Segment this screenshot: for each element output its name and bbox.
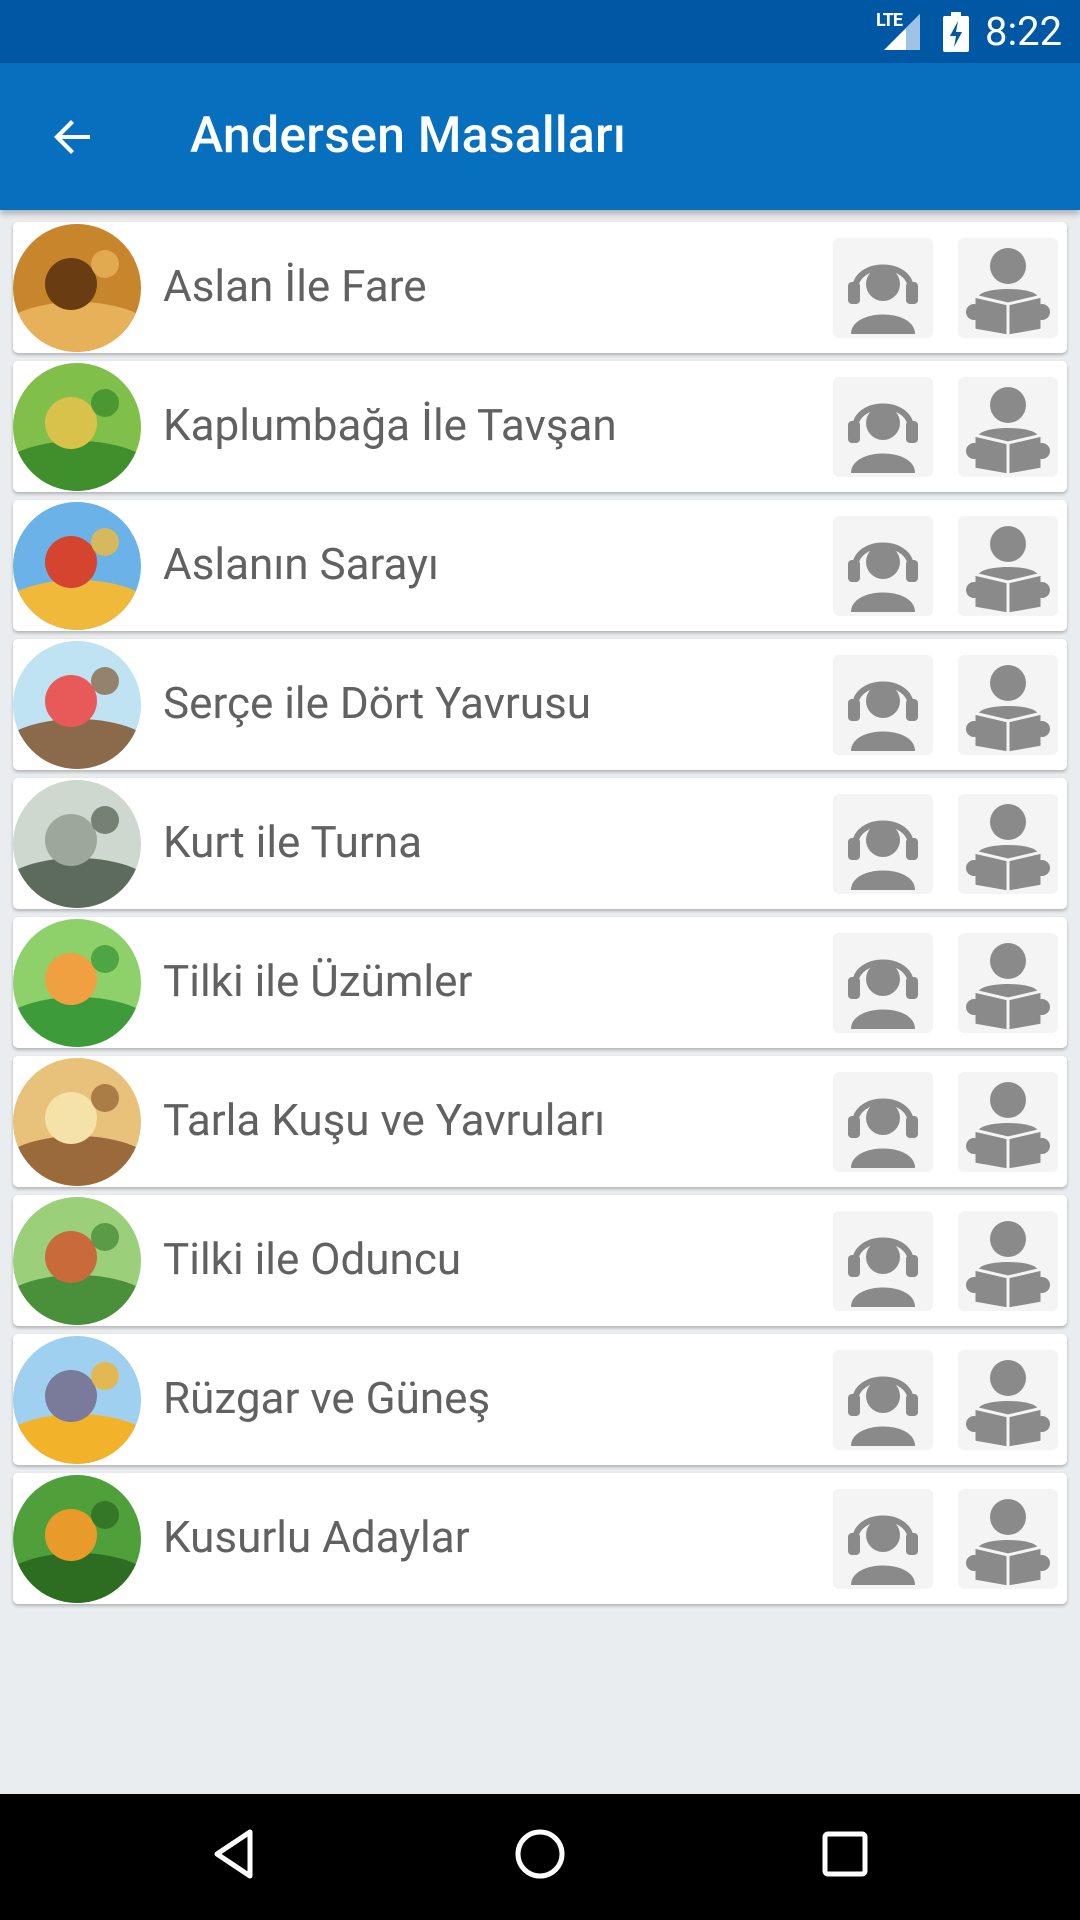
reading-person-icon	[958, 1499, 1058, 1593]
listen-button[interactable]	[833, 1489, 933, 1589]
story-title: Kaplumbağa İle Tavşan	[163, 399, 617, 451]
list-item[interactable]: Aslan İle Fare	[13, 222, 1067, 353]
read-button[interactable]	[958, 933, 1058, 1033]
story-title: Rüzgar ve Güneş	[163, 1372, 491, 1424]
read-button[interactable]	[958, 655, 1058, 755]
page-title: Andersen Masalları	[190, 107, 627, 165]
story-title: Tarla Kuşu ve Yavruları	[163, 1094, 606, 1146]
list-item[interactable]: Kurt ile Turna	[13, 778, 1067, 909]
read-button[interactable]	[958, 377, 1058, 477]
listen-button[interactable]	[833, 1211, 933, 1311]
read-button[interactable]	[958, 794, 1058, 894]
listen-button[interactable]	[833, 1072, 933, 1172]
reading-person-icon	[958, 665, 1058, 759]
list-item[interactable]: Aslanın Sarayı	[13, 500, 1067, 631]
app-bar: Andersen Masalları	[0, 63, 1080, 210]
story-title: Serçe ile Dört Yavrusu	[163, 677, 592, 729]
story-thumbnail	[13, 1197, 141, 1325]
story-title: Kusurlu Adaylar	[163, 1511, 470, 1563]
reading-person-icon	[958, 1082, 1058, 1176]
headphones-person-icon	[833, 1515, 933, 1593]
story-thumbnail	[13, 1058, 141, 1186]
story-thumbnail	[13, 502, 141, 630]
headphones-person-icon	[833, 820, 933, 898]
headphones-person-icon	[833, 1237, 933, 1315]
battery-charging-icon	[943, 12, 969, 52]
story-thumbnail	[13, 641, 141, 769]
reading-person-icon	[958, 804, 1058, 898]
story-thumbnail	[13, 780, 141, 908]
headphones-person-icon	[833, 1376, 933, 1454]
list-item[interactable]: Serçe ile Dört Yavrusu	[13, 639, 1067, 770]
story-title: Tilki ile Oduncu	[163, 1233, 462, 1285]
reading-person-icon	[958, 387, 1058, 481]
read-button[interactable]	[958, 1350, 1058, 1450]
reading-person-icon	[958, 248, 1058, 342]
list-item[interactable]: Rüzgar ve Güneş	[13, 1334, 1067, 1465]
list-item[interactable]: Kaplumbağa İle Tavşan	[13, 361, 1067, 492]
list-item[interactable]: Tilki ile Oduncu	[13, 1195, 1067, 1326]
system-nav-bar	[0, 1794, 1080, 1920]
story-title: Kurt ile Turna	[163, 816, 423, 868]
story-title: Tilki ile Üzümler	[163, 955, 473, 1007]
signal-icon	[884, 14, 920, 50]
read-button[interactable]	[958, 516, 1058, 616]
story-thumbnail	[13, 224, 141, 352]
headphones-person-icon	[833, 264, 933, 342]
story-title: Aslan İle Fare	[163, 260, 427, 312]
headphones-person-icon	[833, 403, 933, 481]
story-thumbnail	[13, 363, 141, 491]
list-item[interactable]: Tilki ile Üzümler	[13, 917, 1067, 1048]
home-circle-icon[interactable]	[510, 1824, 570, 1884]
back-triangle-icon[interactable]	[205, 1824, 265, 1884]
story-title: Aslanın Sarayı	[163, 538, 439, 590]
listen-button[interactable]	[833, 516, 933, 616]
headphones-person-icon	[833, 959, 933, 1037]
story-thumbnail	[13, 1475, 141, 1603]
read-button[interactable]	[958, 238, 1058, 338]
read-button[interactable]	[958, 1211, 1058, 1311]
story-list: Aslan İle Fare Kaplumbağa İle Tavşan Asl…	[13, 222, 1067, 1612]
arrow-left-icon[interactable]	[46, 109, 102, 165]
clock: 8:22	[985, 8, 1063, 55]
listen-button[interactable]	[833, 655, 933, 755]
recents-square-icon[interactable]	[815, 1824, 875, 1884]
listen-button[interactable]	[833, 933, 933, 1033]
status-bar: LTE 8:22	[0, 0, 1080, 63]
reading-person-icon	[958, 1221, 1058, 1315]
headphones-person-icon	[833, 681, 933, 759]
list-item[interactable]: Kusurlu Adaylar	[13, 1473, 1067, 1604]
listen-button[interactable]	[833, 794, 933, 894]
read-button[interactable]	[958, 1489, 1058, 1589]
reading-person-icon	[958, 526, 1058, 620]
story-thumbnail	[13, 919, 141, 1047]
list-item[interactable]: Tarla Kuşu ve Yavruları	[13, 1056, 1067, 1187]
story-thumbnail	[13, 1336, 141, 1464]
listen-button[interactable]	[833, 238, 933, 338]
read-button[interactable]	[958, 1072, 1058, 1172]
listen-button[interactable]	[833, 1350, 933, 1450]
headphones-person-icon	[833, 542, 933, 620]
reading-person-icon	[958, 943, 1058, 1037]
headphones-person-icon	[833, 1098, 933, 1176]
reading-person-icon	[958, 1360, 1058, 1454]
listen-button[interactable]	[833, 377, 933, 477]
